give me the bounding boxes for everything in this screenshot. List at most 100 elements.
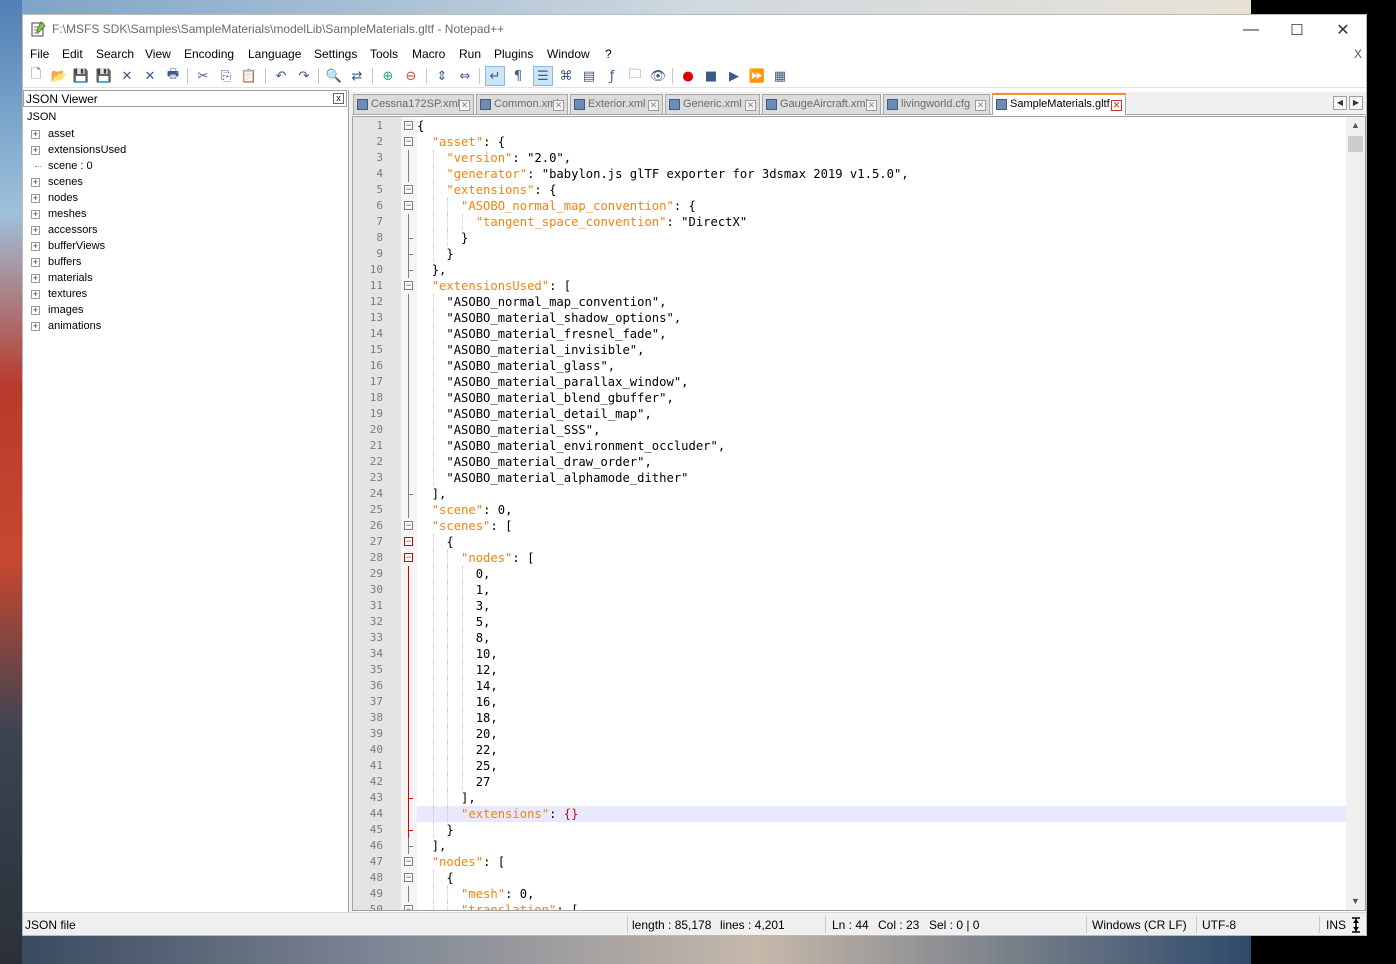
menu-window[interactable]: Window bbox=[547, 47, 590, 61]
zoom-in-button[interactable]: ⊕ bbox=[378, 66, 398, 86]
replace-button[interactable]: ⇄ bbox=[347, 66, 367, 86]
code-line[interactable]: { bbox=[417, 534, 1346, 550]
menu-encoding[interactable]: Encoding bbox=[184, 47, 234, 61]
code-line[interactable]: "extensions": { bbox=[417, 182, 1346, 198]
code-line[interactable]: "ASOBO_material_alphamode_dither" bbox=[417, 470, 1346, 486]
code-editor[interactable]: 1 2 3 4 5 6 7 8 9 10 11 12 13 14 15 16 17 18 19 20 21 22 23 24 2… bbox=[352, 116, 1366, 911]
close-tab-icon[interactable]: ✕ bbox=[866, 100, 877, 111]
code-line[interactable]: 10, bbox=[417, 646, 1346, 662]
expand-icon[interactable]: + bbox=[31, 194, 40, 203]
expand-icon[interactable]: + bbox=[31, 274, 40, 283]
code-line[interactable]: "ASOBO_material_glass", bbox=[417, 358, 1346, 374]
menu-settings[interactable]: Settings bbox=[314, 47, 357, 61]
undo-button[interactable]: ↶ bbox=[271, 66, 291, 86]
close-tab-icon[interactable]: ✕ bbox=[745, 100, 756, 111]
code-line[interactable]: "tangent_space_convention": "DirectX" bbox=[417, 214, 1346, 230]
code-line[interactable]: 22, bbox=[417, 742, 1346, 758]
menu-search[interactable]: Search bbox=[96, 47, 134, 61]
code-line[interactable]: "ASOBO_material_blend_gbuffer", bbox=[417, 390, 1346, 406]
scroll-up-arrow-icon[interactable]: ▲ bbox=[1346, 117, 1365, 134]
status-eol[interactable]: Windows (CR LF) bbox=[1092, 918, 1187, 932]
code-line[interactable]: }, bbox=[417, 262, 1346, 278]
scroll-down-arrow-icon[interactable]: ▼ bbox=[1346, 893, 1365, 910]
code-line[interactable]: "ASOBO_normal_map_convention": { bbox=[417, 198, 1346, 214]
fold-collapse-icon[interactable]: − bbox=[404, 121, 413, 130]
code-line[interactable]: "ASOBO_material_draw_order", bbox=[417, 454, 1346, 470]
code-line[interactable]: 20, bbox=[417, 726, 1346, 742]
copy-button[interactable]: ⎘ bbox=[216, 66, 236, 86]
code-line[interactable]: ], bbox=[417, 790, 1346, 806]
menu-run[interactable]: Run bbox=[459, 47, 481, 61]
code-line[interactable]: "version": "2.0", bbox=[417, 150, 1346, 166]
code-line[interactable]: "nodes": [ bbox=[417, 854, 1346, 870]
code-line[interactable]: "asset": { bbox=[417, 134, 1346, 150]
code-line[interactable]: "extensions": {} bbox=[417, 806, 1346, 822]
code-line[interactable]: ], bbox=[417, 838, 1346, 854]
show-all-characters-button[interactable]: ¶ bbox=[508, 66, 528, 86]
code-line[interactable]: "translation": [ bbox=[417, 902, 1346, 910]
code-line[interactable]: "generator": "babylon.js glTF exporter f… bbox=[417, 166, 1346, 182]
folder-workspace-button[interactable]: 🗀 bbox=[625, 66, 645, 86]
play-macro-button[interactable]: ▶ bbox=[724, 66, 744, 86]
close-tab-icon[interactable]: ✕ bbox=[975, 100, 986, 111]
code-line[interactable]: { bbox=[417, 870, 1346, 886]
json-viewer-close-button[interactable]: x bbox=[333, 93, 344, 104]
code-line[interactable]: "ASOBO_material_SSS", bbox=[417, 422, 1346, 438]
stop-macro-button[interactable]: ■ bbox=[701, 66, 721, 86]
menu-edit[interactable]: Edit bbox=[62, 47, 83, 61]
menu-tools[interactable]: Tools bbox=[370, 47, 398, 61]
minimize-button[interactable]: — bbox=[1228, 15, 1274, 44]
code-line[interactable]: "ASOBO_material_parallax_window", bbox=[417, 374, 1346, 390]
fold-collapse-icon[interactable]: − bbox=[404, 185, 413, 194]
code-line[interactable]: 27 bbox=[417, 774, 1346, 790]
save-button[interactable]: 💾 bbox=[71, 66, 91, 86]
code-line[interactable]: 5, bbox=[417, 614, 1346, 630]
code-line[interactable]: 18, bbox=[417, 710, 1346, 726]
code-line[interactable]: 12, bbox=[417, 662, 1346, 678]
tab-scroll-left-button[interactable]: ◀ bbox=[1333, 96, 1347, 110]
code-area[interactable]: { "asset": { "version": "2.0", "generato… bbox=[417, 117, 1346, 910]
document-tab[interactable]: SampleMaterials.gltf ✕ bbox=[992, 93, 1126, 115]
code-line[interactable]: "ASOBO_normal_map_convention", bbox=[417, 294, 1346, 310]
sync-horizontal-button[interactable]: ⇔ bbox=[455, 66, 475, 86]
code-line[interactable]: 8, bbox=[417, 630, 1346, 646]
code-line[interactable]: "extensionsUsed": [ bbox=[417, 278, 1346, 294]
document-tab[interactable]: Cessna172SP.xml ✕ bbox=[353, 94, 474, 114]
code-line[interactable]: "ASOBO_material_invisible", bbox=[417, 342, 1346, 358]
document-tab[interactable]: Common.xml ✕ bbox=[476, 94, 568, 114]
run-macro-multiple-button[interactable]: ⏩ bbox=[747, 66, 767, 86]
monitoring-button[interactable]: 👁 bbox=[648, 66, 668, 86]
code-line[interactable]: ], bbox=[417, 486, 1346, 502]
menu-view[interactable]: View bbox=[145, 47, 171, 61]
fold-margin[interactable]: − − − − − − − − − − − bbox=[401, 117, 417, 910]
menu-plugins[interactable]: Plugins bbox=[494, 47, 533, 61]
menu-language[interactable]: Language bbox=[248, 47, 301, 61]
code-line[interactable]: 14, bbox=[417, 678, 1346, 694]
fold-collapse-icon[interactable]: − bbox=[404, 857, 413, 866]
code-line[interactable]: "scenes": [ bbox=[417, 518, 1346, 534]
document-tab[interactable]: GaugeAircraft.xml ✕ bbox=[762, 94, 881, 114]
print-button[interactable]: 🖶 bbox=[163, 66, 183, 86]
menu-macro[interactable]: Macro bbox=[412, 47, 445, 61]
document-tab[interactable]: Generic.xml ✕ bbox=[665, 94, 760, 114]
scroll-thumb[interactable] bbox=[1348, 136, 1363, 152]
function-list-button[interactable]: ƒ bbox=[602, 66, 622, 86]
close-button[interactable]: ✕ bbox=[117, 66, 137, 86]
record-macro-button[interactable]: ● bbox=[678, 66, 698, 86]
vertical-scrollbar[interactable]: ▲ ▼ bbox=[1346, 117, 1365, 910]
expand-icon[interactable]: + bbox=[31, 146, 40, 155]
close-tab-icon[interactable]: ✕ bbox=[553, 100, 564, 111]
close-document-x[interactable]: X bbox=[1354, 47, 1362, 61]
document-tab[interactable]: Exterior.xml ✕ bbox=[570, 94, 663, 114]
fold-collapse-icon[interactable]: − bbox=[404, 137, 413, 146]
find-button[interactable]: 🔍 bbox=[324, 66, 344, 86]
code-line[interactable]: 16, bbox=[417, 694, 1346, 710]
code-line[interactable]: "nodes": [ bbox=[417, 550, 1346, 566]
redo-button[interactable]: ↷ bbox=[294, 66, 314, 86]
close-tab-icon[interactable]: ✕ bbox=[459, 100, 470, 111]
status-insert-mode[interactable]: INS bbox=[1326, 918, 1346, 932]
fold-collapse-icon[interactable]: − bbox=[404, 281, 413, 290]
menu-file[interactable]: File bbox=[30, 47, 49, 61]
fold-collapse-icon[interactable]: − bbox=[404, 553, 413, 562]
code-line[interactable]: "ASOBO_material_shadow_options", bbox=[417, 310, 1346, 326]
